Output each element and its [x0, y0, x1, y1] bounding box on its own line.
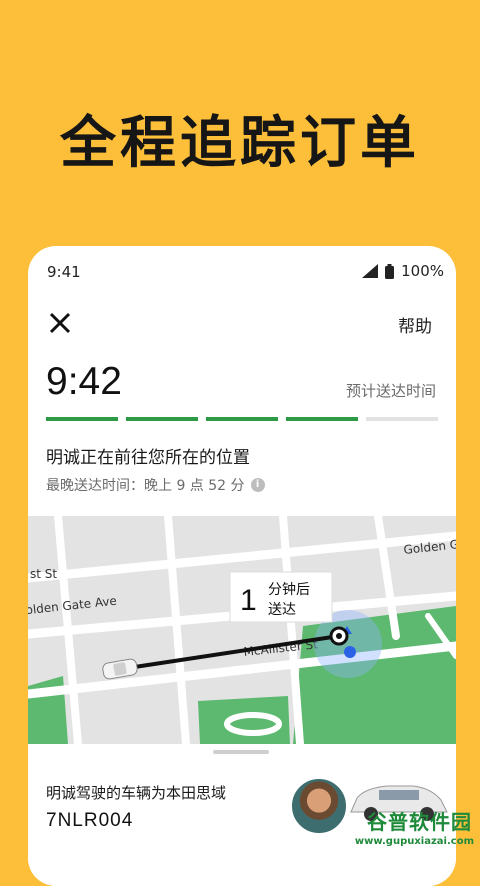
trip-status: 明诚正在前往您所在的位置: [46, 448, 250, 468]
status-indicators: 100%: [362, 262, 444, 280]
progress-segment: [366, 417, 438, 421]
map-view[interactable]: Golden G st St olden Gate Ave McAllister…: [28, 516, 456, 744]
map-canvas: Golden G st St olden Gate Ave McAllister…: [28, 516, 456, 744]
info-icon[interactable]: i: [250, 478, 265, 492]
latest-delivery: 最晚送达时间：晚上 9 点 52 分 i: [46, 475, 265, 495]
watermark-text: 谷普软件园: [367, 810, 472, 834]
eta-callout: 1 分钟后 送达: [229, 571, 333, 623]
latest-delivery-text: 最晚送达时间：晚上 9 点 52 分: [46, 478, 245, 494]
vehicle-description: 明诚驾驶的车辆为本田思域: [46, 784, 227, 802]
close-icon: [49, 312, 71, 334]
battery-icon: [385, 263, 395, 279]
progress-segment: [46, 417, 118, 421]
status-bar: 9:41 100%: [28, 246, 456, 296]
sheet-drag-handle[interactable]: [213, 750, 269, 754]
battery-percent: 100%: [401, 262, 444, 280]
progress-segment: [206, 417, 278, 421]
eta-callout-line2: 送达: [268, 602, 296, 618]
delivery-progress: [46, 417, 438, 421]
promo-headline: 全程追踪订单: [60, 111, 420, 176]
driver-avatar[interactable]: [289, 776, 349, 836]
street-label: st St: [30, 567, 57, 581]
watermark-url: www.gupuxiazai.com: [354, 836, 474, 847]
signal-icon: [362, 264, 379, 278]
license-plate: 7NLR004: [46, 810, 134, 831]
phone-screen: 9:41 100% 帮助 9:42 预计送达时间 明诚正在前往您所在的位置 最晚…: [28, 246, 456, 886]
user-location-dot: [344, 646, 356, 658]
eta-time: 9:42: [46, 360, 122, 403]
progress-segment: [286, 417, 358, 421]
progress-segment: [126, 417, 198, 421]
eta-label: 预计送达时间: [345, 382, 436, 400]
eta-callout-line1: 分钟后: [268, 581, 310, 598]
help-button[interactable]: 帮助: [398, 312, 432, 337]
eta-callout-minutes: 1: [240, 584, 257, 617]
close-button[interactable]: [46, 309, 74, 337]
status-time: 9:41: [47, 263, 81, 281]
